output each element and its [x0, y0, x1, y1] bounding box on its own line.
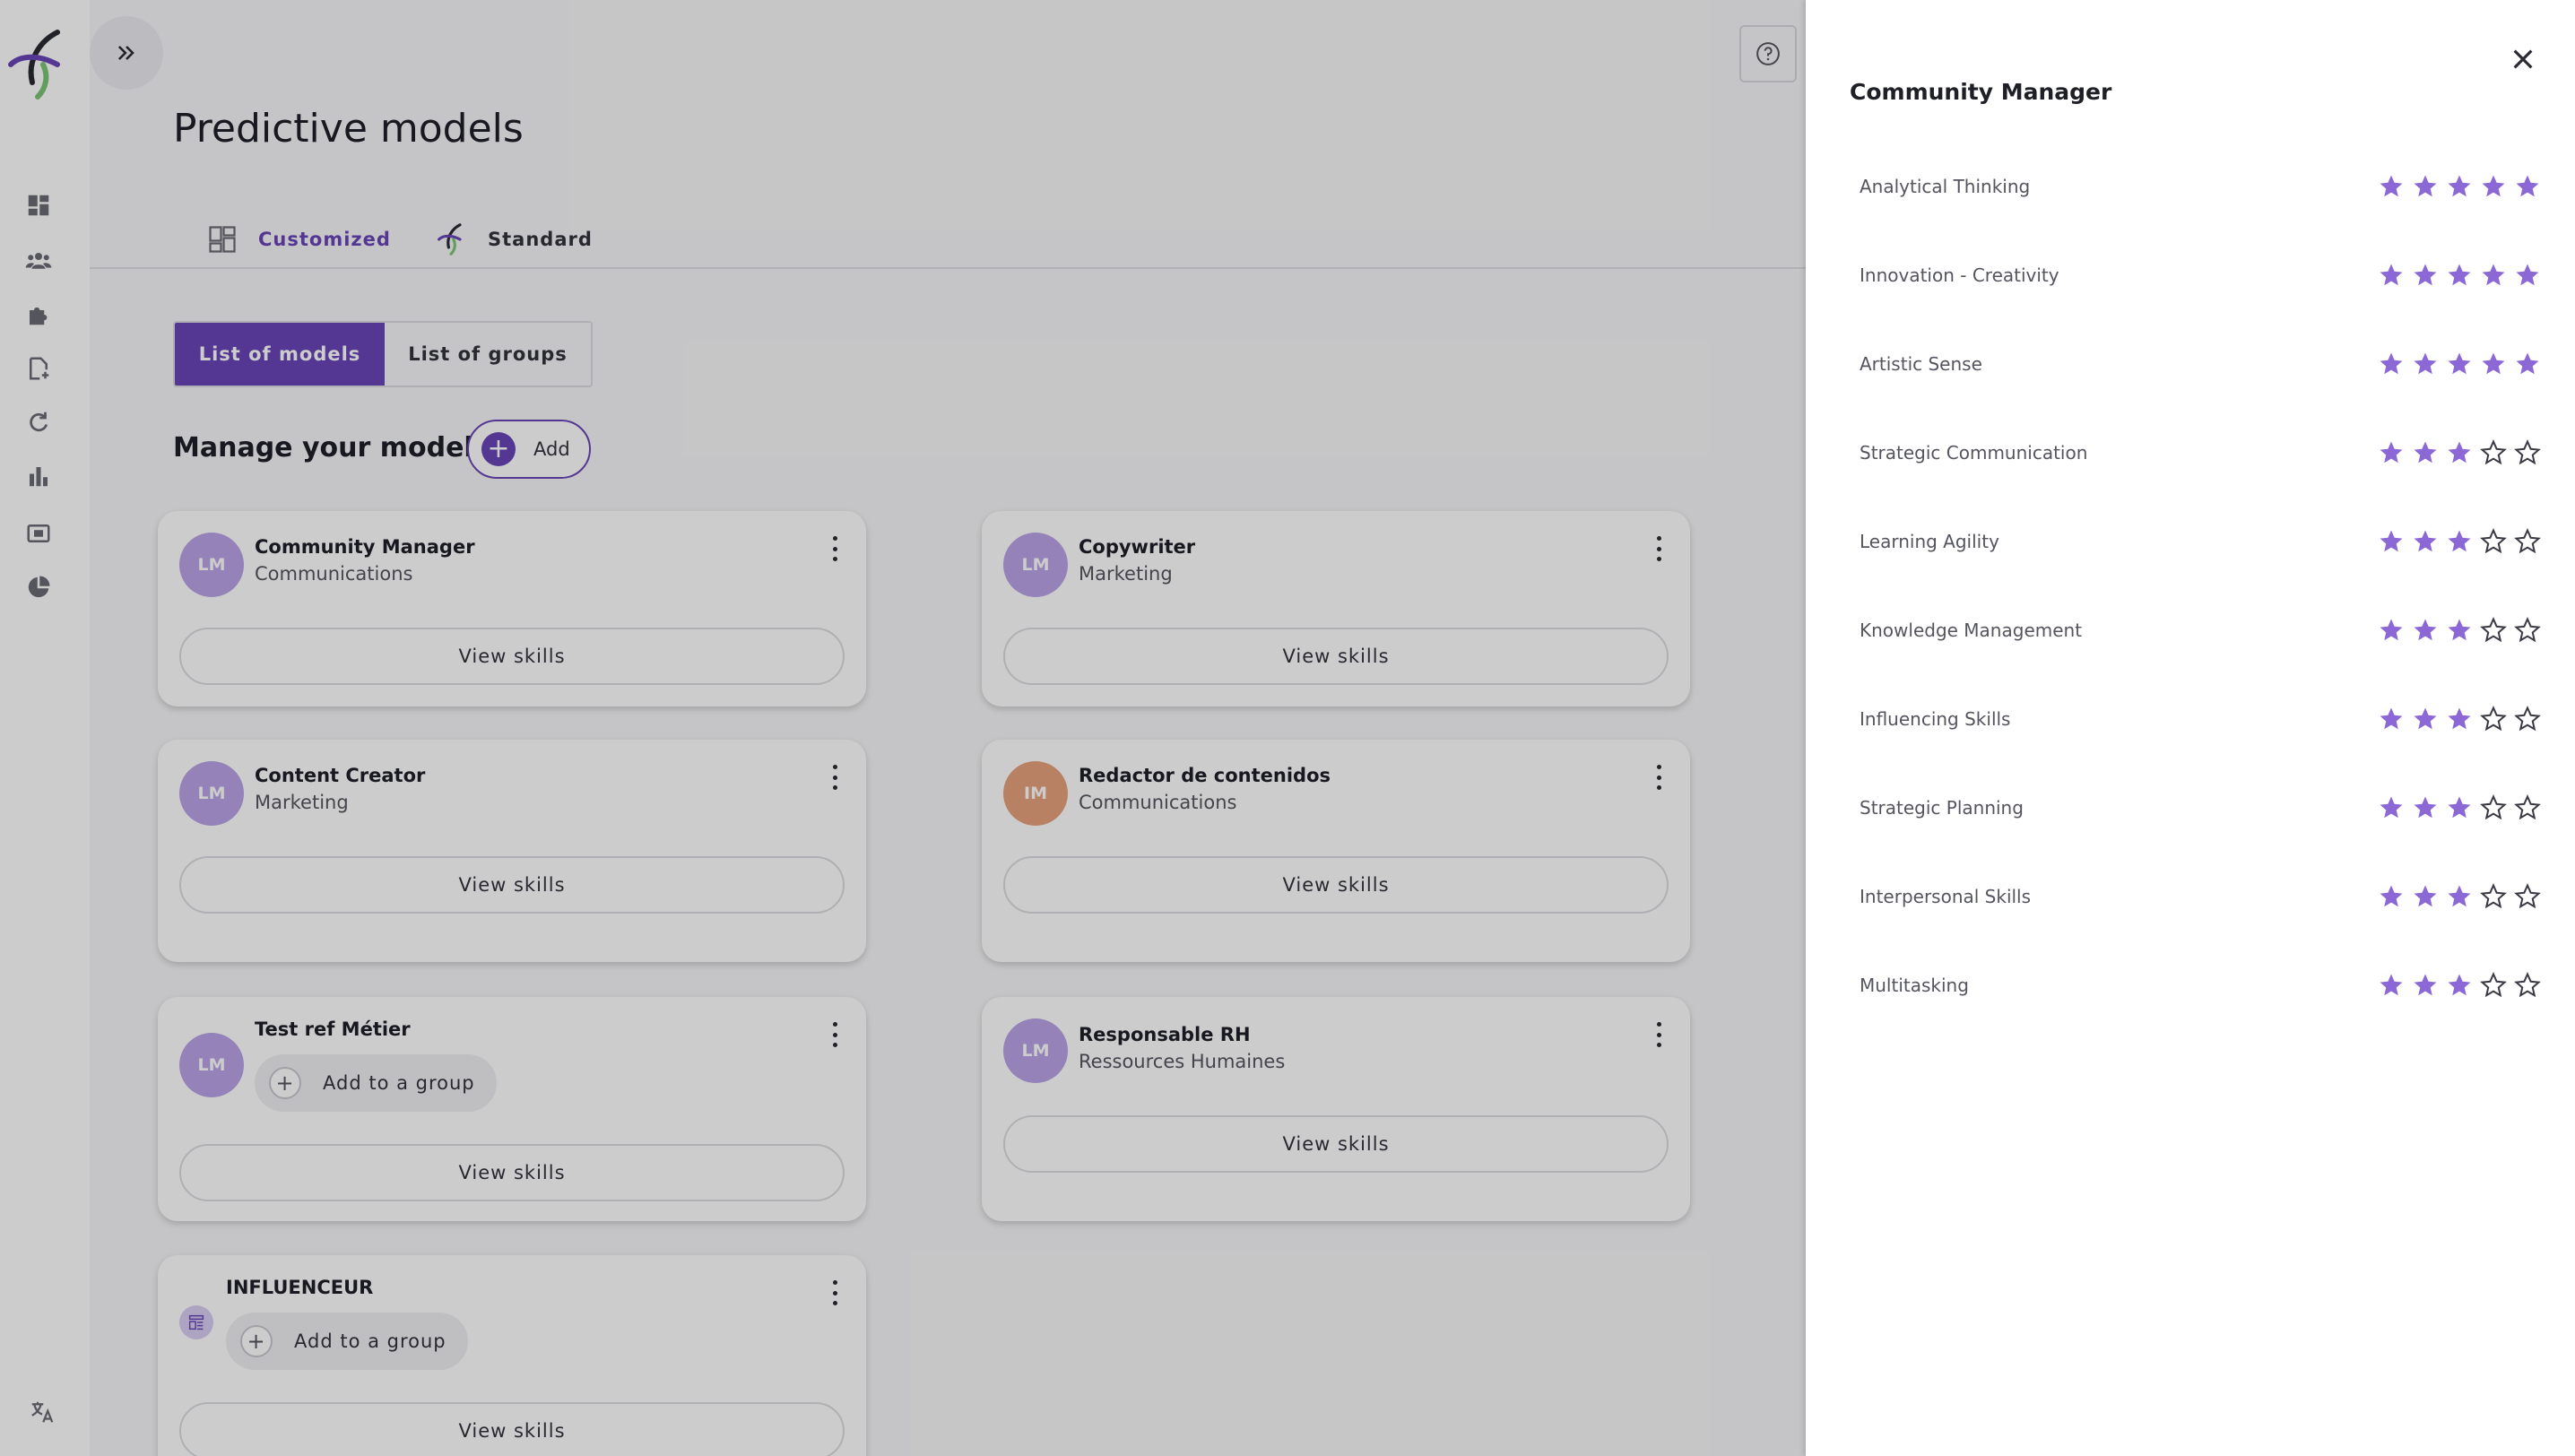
close-icon — [2513, 49, 2533, 69]
star-filled-icon — [2414, 974, 2437, 996]
star-empty-icon — [2514, 528, 2541, 554]
star-filled-icon — [2482, 352, 2505, 375]
drawer-title: Community Manager — [1850, 79, 2112, 105]
star-filled-icon — [2448, 707, 2471, 730]
star-empty-icon — [2514, 439, 2541, 465]
star-filled-icon — [2448, 441, 2471, 464]
skill-name: Strategic Communication — [1860, 442, 2088, 464]
star-rating — [2378, 528, 2541, 555]
star-empty-icon — [2480, 706, 2507, 732]
skill-row: Multitasking — [1860, 967, 2541, 1003]
star-filled-icon — [2380, 707, 2403, 730]
skill-row: Strategic Communication — [1860, 435, 2541, 471]
star-filled-icon — [2482, 175, 2505, 197]
modal-backdrop[interactable] — [0, 0, 1806, 1456]
skill-row: Interpersonal Skills — [1860, 879, 2541, 914]
star-filled-icon — [2414, 619, 2437, 641]
skill-name: Interpersonal Skills — [1860, 886, 2032, 907]
star-empty-icon — [2514, 617, 2541, 643]
skill-name: Artistic Sense — [1860, 353, 1982, 375]
star-filled-icon — [2380, 619, 2403, 641]
skill-row: Strategic Planning — [1860, 790, 2541, 826]
star-filled-icon — [2482, 264, 2505, 286]
skill-row: Innovation - Creativity — [1860, 257, 2541, 293]
star-empty-icon — [2514, 794, 2541, 820]
star-empty-icon — [2480, 883, 2507, 909]
star-filled-icon — [2516, 175, 2539, 197]
star-rating — [2378, 351, 2541, 377]
star-filled-icon — [2448, 974, 2471, 996]
skill-row: Influencing Skills — [1860, 701, 2541, 737]
skill-row: Learning Agility — [1860, 524, 2541, 559]
skill-name: Influencing Skills — [1860, 708, 2011, 730]
skills-drawer: Community Manager Analytical Thinking Inn… — [1806, 0, 2575, 1456]
skill-name: Innovation - Creativity — [1860, 264, 2059, 286]
star-filled-icon — [2414, 885, 2437, 907]
star-filled-icon — [2448, 796, 2471, 819]
star-rating — [2378, 617, 2541, 644]
skill-row: Analytical Thinking — [1860, 169, 2541, 204]
star-filled-icon — [2380, 974, 2403, 996]
skill-name: Learning Agility — [1860, 531, 1999, 552]
close-button[interactable] — [2503, 39, 2543, 79]
skill-name: Strategic Planning — [1860, 797, 2024, 819]
star-empty-icon — [2480, 972, 2507, 998]
star-filled-icon — [2414, 796, 2437, 819]
star-filled-icon — [2516, 352, 2539, 375]
star-filled-icon — [2516, 264, 2539, 286]
star-filled-icon — [2414, 352, 2437, 375]
star-filled-icon — [2448, 619, 2471, 641]
star-rating — [2378, 883, 2541, 910]
star-filled-icon — [2414, 441, 2437, 464]
star-rating — [2378, 972, 2541, 999]
star-filled-icon — [2414, 530, 2437, 552]
star-empty-icon — [2480, 528, 2507, 554]
star-filled-icon — [2380, 441, 2403, 464]
star-filled-icon — [2380, 264, 2403, 286]
skill-name: Multitasking — [1860, 975, 1969, 996]
star-filled-icon — [2448, 530, 2471, 552]
star-filled-icon — [2414, 264, 2437, 286]
star-filled-icon — [2380, 796, 2403, 819]
star-filled-icon — [2414, 707, 2437, 730]
skill-name: Analytical Thinking — [1860, 176, 2031, 197]
star-empty-icon — [2480, 794, 2507, 820]
star-filled-icon — [2448, 352, 2471, 375]
star-rating — [2378, 173, 2541, 200]
star-empty-icon — [2514, 706, 2541, 732]
star-filled-icon — [2414, 175, 2437, 197]
star-empty-icon — [2514, 972, 2541, 998]
star-filled-icon — [2448, 175, 2471, 197]
star-rating — [2378, 794, 2541, 821]
star-filled-icon — [2448, 885, 2471, 907]
skill-name: Knowledge Management — [1860, 620, 2083, 641]
star-filled-icon — [2380, 175, 2403, 197]
skill-row: Knowledge Management — [1860, 612, 2541, 648]
star-empty-icon — [2480, 617, 2507, 643]
star-empty-icon — [2514, 883, 2541, 909]
star-filled-icon — [2380, 352, 2403, 375]
skill-row: Artistic Sense — [1860, 346, 2541, 382]
star-rating — [2378, 706, 2541, 732]
star-filled-icon — [2380, 530, 2403, 552]
star-filled-icon — [2448, 264, 2471, 286]
star-filled-icon — [2380, 885, 2403, 907]
star-rating — [2378, 439, 2541, 466]
star-rating — [2378, 262, 2541, 289]
star-empty-icon — [2480, 439, 2507, 465]
